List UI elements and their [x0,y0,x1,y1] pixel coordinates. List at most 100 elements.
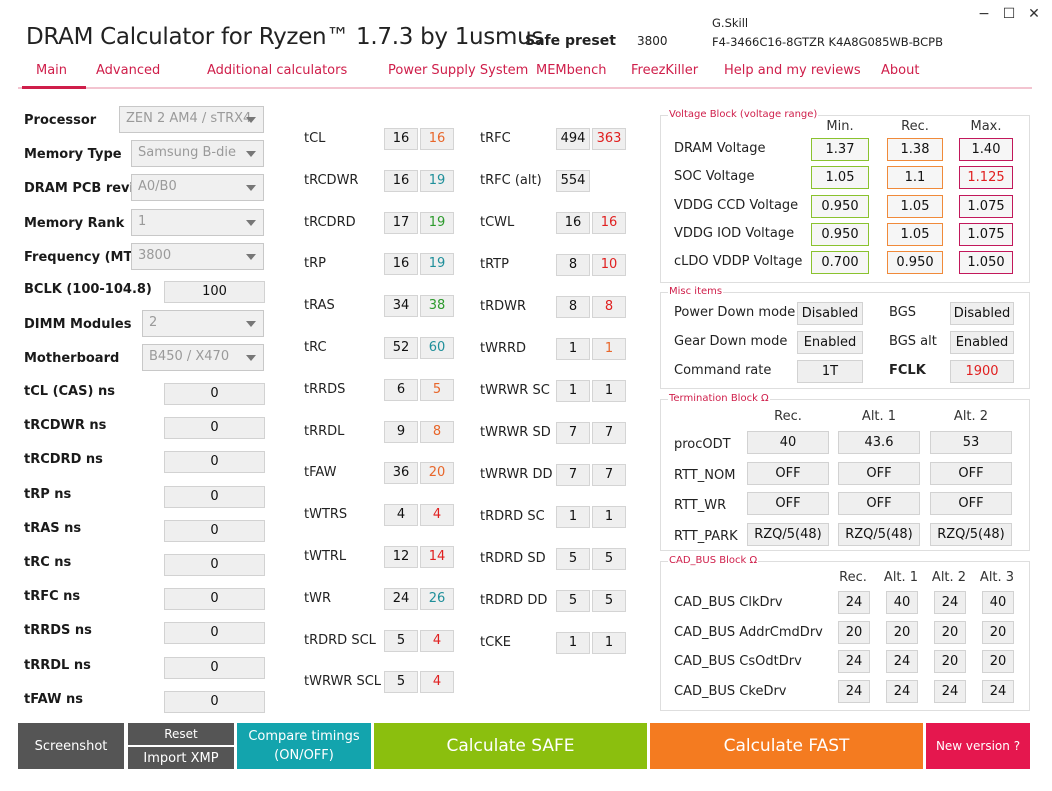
timing-twrrd-recommended[interactable]: 1 [592,338,626,360]
cad-bus-csodtdrv-alt-3[interactable]: 20 [982,650,1014,673]
cad-bus-clkdrv-alt-1[interactable]: 40 [886,591,918,614]
timing-twrwr-sd-value[interactable]: 7 [556,422,590,444]
rtt-wr-alt-2[interactable]: OFF [930,492,1012,515]
fclk-value[interactable]: 1900 [950,360,1014,383]
rtt-park-alt-0[interactable]: RZQ/5(48) [747,522,829,546]
timing-trdrd-sd-recommended[interactable]: 5 [592,548,626,570]
rtt-wr-alt-0[interactable]: OFF [747,492,829,515]
cad-bus-clkdrv-alt-0[interactable]: 24 [838,591,870,614]
rtt-wr-alt-1[interactable]: OFF [838,492,920,515]
tab-advanced[interactable]: Advanced [96,63,160,78]
rtt-nom-alt-1[interactable]: OFF [838,461,920,485]
timing-trc-recommended[interactable]: 60 [420,337,454,359]
tab-main[interactable]: Main [36,63,67,78]
timing-trdwr-value[interactable]: 8 [556,296,590,318]
procodt-alt-1[interactable]: 43.6 [838,431,920,454]
cad-bus-addrcmddrv-alt-2[interactable]: 20 [934,620,966,644]
bgs-alt-value[interactable]: Enabled [950,331,1014,354]
timing-trfc-recommended[interactable]: 363 [592,128,626,150]
power-down-value[interactable]: Disabled [797,302,863,325]
timing-twrwr-sc-recommended[interactable]: 1 [592,380,626,402]
procodt-alt-0[interactable]: 40 [747,431,829,454]
cad-bus-addrcmddrv-alt-1[interactable]: 20 [886,620,918,644]
tab-freezkiller[interactable]: FreezKiller [631,63,698,78]
dram-voltage-min[interactable]: 1.37 [811,138,869,161]
trp-ns-input[interactable]: 0 [164,485,265,508]
vddg-ccd-voltage-min[interactable]: 0.950 [811,194,869,218]
cad-bus-ckedrv-alt-3[interactable]: 24 [982,679,1014,703]
command-rate-value[interactable]: 1T [797,360,863,383]
minimize-button[interactable]: − [974,6,994,22]
calculate-fast-button[interactable]: Calculate FAST [650,723,923,769]
motherboard-select[interactable]: B450 / X470 [142,344,264,371]
timing-tcke-recommended[interactable]: 1 [592,632,626,654]
timing-tfaw-recommended[interactable]: 20 [420,462,454,485]
timing-trtp-recommended[interactable]: 10 [592,254,626,276]
timing-tcl-value[interactable]: 16 [384,128,418,150]
timing-trcdwr-recommended[interactable]: 19 [420,169,454,192]
compare-timings-button[interactable]: Compare timings (ON/OFF) [237,723,371,769]
cad-bus-csodtdrv-alt-1[interactable]: 24 [886,650,918,673]
timing-trfc-value[interactable]: 494 [556,128,590,150]
timing-trrdl-value[interactable]: 9 [384,420,418,443]
timing-tcwl-recommended[interactable]: 16 [592,212,626,234]
timing-trp-recommended[interactable]: 19 [420,253,454,276]
timing-tcke-value[interactable]: 1 [556,632,590,654]
calculate-safe-button[interactable]: Calculate SAFE [374,723,647,769]
timing-trc-value[interactable]: 52 [384,337,418,359]
timing-trcdrd-recommended[interactable]: 19 [420,211,454,234]
timing-trdrd-sc-value[interactable]: 1 [556,506,590,528]
cldo-vddp-voltage-max[interactable]: 1.050 [959,251,1013,275]
gear-down-value[interactable]: Enabled [797,331,863,354]
timing-trdrd-sc-recommended[interactable]: 1 [592,506,626,528]
bgs-value[interactable]: Disabled [950,302,1014,325]
timing-trcdrd-value[interactable]: 17 [384,211,418,234]
cad-bus-clkdrv-alt-3[interactable]: 40 [982,591,1014,614]
dimm-modules-select[interactable]: 2 [142,310,264,337]
timing-trrdl-recommended[interactable]: 8 [420,420,454,443]
tab-about[interactable]: About [881,63,919,78]
timing-twtrs-value[interactable]: 4 [384,504,418,527]
cad-bus-addrcmddrv-alt-3[interactable]: 20 [982,620,1014,644]
timing-trdrd-dd-recommended[interactable]: 5 [592,590,626,612]
timing-trdrd-scl-recommended[interactable]: 4 [420,629,454,652]
timing-twtrl-recommended[interactable]: 14 [420,546,454,568]
timing-trtp-value[interactable]: 8 [556,254,590,276]
tfaw-ns-input[interactable]: 0 [164,690,265,713]
trc-ns-input[interactable]: 0 [164,554,265,576]
cad-bus-ckedrv-alt-2[interactable]: 24 [934,679,966,703]
timing-trdrd-dd-value[interactable]: 5 [556,590,590,612]
timing-trdrd-scl-value[interactable]: 5 [384,629,418,652]
cldo-vddp-voltage-rec[interactable]: 0.950 [887,251,943,275]
processor-select[interactable]: ZEN 2 AM4 / sTRX4 [119,106,264,133]
reset-button[interactable]: Reset [128,723,234,745]
bclk-input[interactable]: 100 [164,281,265,303]
frequency-mt-s-select[interactable]: 3800 [131,243,264,270]
dram-pcb-revision-select[interactable]: A0/B0 [131,174,264,201]
maximize-button[interactable]: ☐ [999,6,1019,22]
timing-twtrl-value[interactable]: 12 [384,546,418,568]
timing-trdwr-recommended[interactable]: 8 [592,296,626,318]
vddg-iod-voltage-max[interactable]: 1.075 [959,222,1013,246]
rtt-park-alt-1[interactable]: RZQ/5(48) [838,522,920,546]
timing-twrwr-dd-recommended[interactable]: 7 [592,464,626,486]
soc-voltage-max[interactable]: 1.125 [959,166,1013,190]
timing-tcl-recommended[interactable]: 16 [420,128,454,150]
cad-bus-csodtdrv-alt-0[interactable]: 24 [838,650,870,673]
cad-bus-ckedrv-alt-0[interactable]: 24 [838,679,870,703]
tab-additional-calculators[interactable]: Additional calculators [207,63,347,78]
trfc-ns-input[interactable]: 0 [164,588,265,611]
tab-membench[interactable]: MEMbench [536,63,607,78]
timing-trrds-value[interactable]: 6 [384,378,418,401]
rtt-nom-alt-0[interactable]: OFF [747,461,829,485]
trcdrd-ns-input[interactable]: 0 [164,451,265,474]
procodt-alt-2[interactable]: 53 [930,431,1012,454]
timing-trcdwr-value[interactable]: 16 [384,169,418,192]
timing-tras-recommended[interactable]: 38 [420,295,454,318]
soc-voltage-min[interactable]: 1.05 [811,166,869,190]
timing-twrwr-scl-recommended[interactable]: 4 [420,671,454,694]
timing-twrwr-dd-value[interactable]: 7 [556,464,590,486]
soc-voltage-rec[interactable]: 1.1 [887,166,943,190]
memory-type-select[interactable]: Samsung B-die [131,140,264,167]
tras-ns-input[interactable]: 0 [164,519,265,542]
